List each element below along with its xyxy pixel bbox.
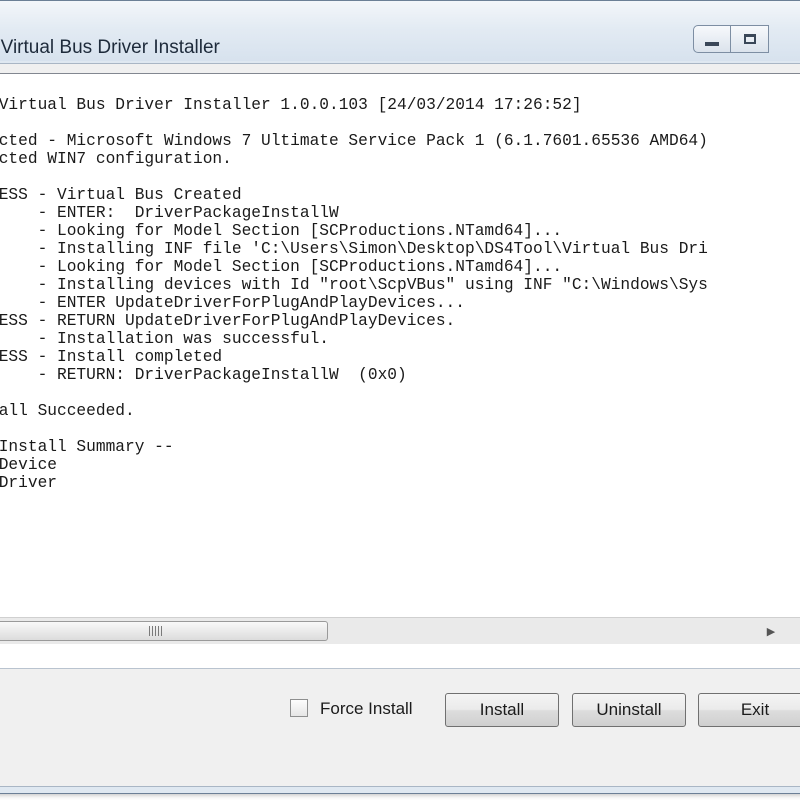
log-line: O - Looking for Model Section [SCProduct… bbox=[0, 222, 563, 240]
minimize-button[interactable] bbox=[693, 25, 731, 53]
window-controls bbox=[693, 25, 769, 55]
log-line: Virtual Bus Driver Installer 1.0.0.103 [… bbox=[0, 96, 582, 114]
maximize-button[interactable] bbox=[731, 25, 769, 53]
log-line: Driver bbox=[0, 474, 57, 492]
log-textbox[interactable]: Virtual Bus Driver Installer 1.0.0.103 [… bbox=[0, 73, 800, 679]
log-line: tall Succeeded. bbox=[0, 402, 135, 420]
install-button[interactable]: Install bbox=[445, 693, 559, 727]
log-line: O - ENTER UpdateDriverForPlugAndPlayDevi… bbox=[0, 294, 465, 312]
log-line: CESS - Install completed bbox=[0, 348, 223, 366]
exit-button[interactable]: Exit bbox=[698, 693, 800, 727]
horizontal-scrollbar[interactable]: ▶ bbox=[0, 617, 800, 644]
installer-window: P Virtual Bus Driver Installer Virtual B… bbox=[0, 0, 800, 794]
scroll-right-arrow-icon[interactable]: ▶ bbox=[758, 620, 784, 642]
log-line: CESS - RETURN UpdateDriverForPlugAndPlay… bbox=[0, 312, 456, 330]
scrollbar-thumb[interactable] bbox=[0, 621, 328, 641]
force-install-label[interactable]: Force Install bbox=[320, 699, 413, 719]
window-title: P Virtual Bus Driver Installer bbox=[0, 37, 220, 58]
log-line: Install Summary -- bbox=[0, 438, 174, 456]
log-line: O - ENTER: DriverPackageInstallW bbox=[0, 204, 339, 222]
log-line: O - Installing INF file 'C:\Users\Simon\… bbox=[0, 240, 708, 258]
log-line: O - RETURN: DriverPackageInstallW (0x0) bbox=[0, 366, 407, 384]
uninstall-button[interactable]: Uninstall bbox=[572, 693, 686, 727]
log-line: ected - Microsoft Windows 7 Ultimate Ser… bbox=[0, 132, 708, 150]
maximize-icon bbox=[743, 34, 756, 44]
force-install-checkbox[interactable] bbox=[290, 699, 308, 717]
log-line: O - Looking for Model Section [SCProduct… bbox=[0, 258, 563, 276]
title-bar[interactable]: P Virtual Bus Driver Installer bbox=[0, 1, 800, 61]
log-line: O - Installation was successful. bbox=[0, 330, 329, 348]
log-output: Virtual Bus Driver Installer 1.0.0.103 [… bbox=[0, 96, 708, 492]
log-line: Device bbox=[0, 456, 57, 474]
minimize-icon bbox=[705, 42, 719, 46]
log-line: O - Installing devices with Id "root\Scp… bbox=[0, 276, 708, 294]
log-line: CESS - Virtual Bus Created bbox=[0, 186, 242, 204]
log-line: ected WIN7 configuration. bbox=[0, 150, 232, 168]
client-area: Virtual Bus Driver Installer 1.0.0.103 [… bbox=[0, 63, 800, 787]
button-bar: Force Install Install Uninstall Exit bbox=[0, 669, 800, 786]
grip-icon bbox=[149, 626, 163, 636]
